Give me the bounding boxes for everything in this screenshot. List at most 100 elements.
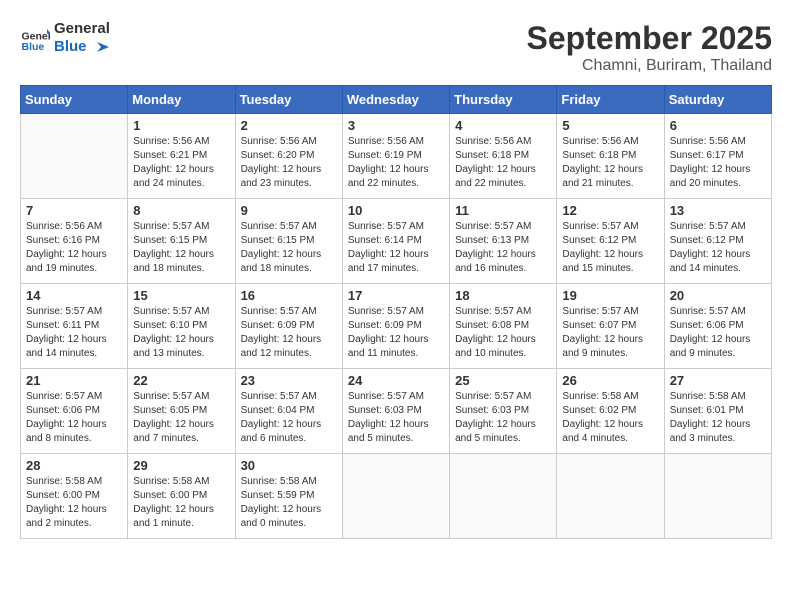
weekday-header-saturday: Saturday (664, 86, 771, 114)
day-cell: 2Sunrise: 5:56 AM Sunset: 6:20 PM Daylig… (235, 114, 342, 199)
day-number: 15 (133, 288, 229, 303)
day-info: Sunrise: 5:57 AM Sunset: 6:03 PM Dayligh… (455, 390, 551, 446)
day-info: Sunrise: 5:57 AM Sunset: 6:05 PM Dayligh… (133, 390, 229, 446)
day-cell (664, 454, 771, 539)
weekday-header-row: SundayMondayTuesdayWednesdayThursdayFrid… (21, 86, 772, 114)
day-cell: 13Sunrise: 5:57 AM Sunset: 6:12 PM Dayli… (664, 199, 771, 284)
day-cell: 14 Sunrise: 5:57 AM Sunset: 6:11 PM Dayli… (21, 284, 128, 369)
day-number: 10 (348, 203, 444, 218)
location-subtitle: Chamni, Buriram, Thailand (527, 57, 772, 75)
day-cell: 25 Sunrise: 5:57 AM Sunset: 6:03 PM Dayli… (450, 369, 557, 454)
day-cell (21, 114, 128, 199)
day-cell: 23Sunrise: 5:57 AM Sunset: 6:04 PM Dayli… (235, 369, 342, 454)
day-info: Sunrise: 5:57 AM Sunset: 6:15 PM Dayligh… (241, 220, 337, 276)
day-number: 8 (133, 203, 229, 218)
day-number: 26 (562, 373, 658, 388)
day-number: 4 (455, 118, 551, 133)
day-info: Sunrise: 5:56 AM Sunset: 6:19 PM Dayligh… (348, 135, 444, 191)
week-row-2: 7 Sunrise: 5:56 AM Sunset: 6:16 PM Daylig… (21, 199, 772, 284)
day-cell: 1Sunrise: 5:56 AM Sunset: 6:21 PM Daylig… (128, 114, 235, 199)
logo-general-text: General (54, 20, 110, 37)
day-number: 27 (670, 373, 766, 388)
blue-arrow-icon (93, 38, 111, 56)
day-number: 29 (133, 458, 229, 473)
logo: General Blue General Blue (20, 20, 111, 56)
day-cell: 22 Sunrise: 5:57 AM Sunset: 6:05 PM Dayli… (128, 369, 235, 454)
day-info: Sunrise: 5:57 AM Sunset: 6:14 PM Dayligh… (348, 220, 444, 276)
day-info: Sunrise: 5:56 AM Sunset: 6:16 PM Dayligh… (26, 220, 122, 276)
day-info: Sunrise: 5:56 AM Sunset: 6:18 PM Dayligh… (455, 135, 551, 191)
day-number: 17 (348, 288, 444, 303)
day-info: Sunrise: 5:56 AM Sunset: 6:21 PM Dayligh… (133, 135, 229, 191)
weekday-header-tuesday: Tuesday (235, 86, 342, 114)
day-info: Sunrise: 5:56 AM Sunset: 6:18 PM Dayligh… (562, 135, 658, 191)
title-block: September 2025 Chamni, Buriram, Thailand (527, 20, 772, 75)
day-cell: 20 Sunrise: 5:57 AM Sunset: 6:06 PM Dayli… (664, 284, 771, 369)
day-info: Sunrise: 5:56 AM Sunset: 6:17 PM Dayligh… (670, 135, 766, 191)
weekday-header-friday: Friday (557, 86, 664, 114)
day-info: Sunrise: 5:57 AM Sunset: 6:08 PM Dayligh… (455, 305, 551, 361)
day-info: Sunrise: 5:58 AM Sunset: 6:01 PM Dayligh… (670, 390, 766, 446)
day-cell: 24Sunrise: 5:57 AM Sunset: 6:03 PM Dayli… (342, 369, 449, 454)
day-info: Sunrise: 5:57 AM Sunset: 6:09 PM Dayligh… (348, 305, 444, 361)
day-info: Sunrise: 5:58 AM Sunset: 6:00 PM Dayligh… (133, 475, 229, 531)
page-header: General Blue General Blue September 2025… (20, 20, 772, 75)
day-number: 18 (455, 288, 551, 303)
day-number: 30 (241, 458, 337, 473)
day-cell: 11Sunrise: 5:57 AM Sunset: 6:13 PM Dayli… (450, 199, 557, 284)
day-cell: 5 Sunrise: 5:56 AM Sunset: 6:18 PM Daylig… (557, 114, 664, 199)
weekday-header-wednesday: Wednesday (342, 86, 449, 114)
day-number: 20 (670, 288, 766, 303)
day-cell: 30 Sunrise: 5:58 AM Sunset: 5:59 PM Dayli… (235, 454, 342, 539)
day-info: Sunrise: 5:57 AM Sunset: 6:09 PM Dayligh… (241, 305, 337, 361)
week-row-3: 14 Sunrise: 5:57 AM Sunset: 6:11 PM Dayli… (21, 284, 772, 369)
day-cell (342, 454, 449, 539)
day-cell: 17 Sunrise: 5:57 AM Sunset: 6:09 PM Dayli… (342, 284, 449, 369)
day-number: 22 (133, 373, 229, 388)
day-number: 9 (241, 203, 337, 218)
day-info: Sunrise: 5:57 AM Sunset: 6:15 PM Dayligh… (133, 220, 229, 276)
day-info: Sunrise: 5:58 AM Sunset: 6:02 PM Dayligh… (562, 390, 658, 446)
day-cell: 16 Sunrise: 5:57 AM Sunset: 6:09 PM Dayli… (235, 284, 342, 369)
day-cell: 15 Sunrise: 5:57 AM Sunset: 6:10 PM Dayli… (128, 284, 235, 369)
day-info: Sunrise: 5:58 AM Sunset: 5:59 PM Dayligh… (241, 475, 337, 531)
day-number: 25 (455, 373, 551, 388)
weekday-header-sunday: Sunday (21, 86, 128, 114)
day-cell (557, 454, 664, 539)
day-number: 24 (348, 373, 444, 388)
day-cell: 29 Sunrise: 5:58 AM Sunset: 6:00 PM Dayli… (128, 454, 235, 539)
day-cell: 26 Sunrise: 5:58 AM Sunset: 6:02 PM Dayli… (557, 369, 664, 454)
day-number: 28 (26, 458, 122, 473)
day-info: Sunrise: 5:57 AM Sunset: 6:07 PM Dayligh… (562, 305, 658, 361)
weekday-header-monday: Monday (128, 86, 235, 114)
logo-icon: General Blue (20, 23, 50, 53)
day-cell: 27 Sunrise: 5:58 AM Sunset: 6:01 PM Dayli… (664, 369, 771, 454)
day-number: 16 (241, 288, 337, 303)
day-cell: 21 Sunrise: 5:57 AM Sunset: 6:06 PM Dayli… (21, 369, 128, 454)
day-info: Sunrise: 5:57 AM Sunset: 6:11 PM Dayligh… (26, 305, 122, 361)
day-info: Sunrise: 5:57 AM Sunset: 6:12 PM Dayligh… (562, 220, 658, 276)
day-cell: 18 Sunrise: 5:57 AM Sunset: 6:08 PM Dayli… (450, 284, 557, 369)
day-info: Sunrise: 5:57 AM Sunset: 6:10 PM Dayligh… (133, 305, 229, 361)
day-info: Sunrise: 5:57 AM Sunset: 6:04 PM Dayligh… (241, 390, 337, 446)
day-number: 7 (26, 203, 122, 218)
day-cell: 7 Sunrise: 5:56 AM Sunset: 6:16 PM Daylig… (21, 199, 128, 284)
day-cell: 4 Sunrise: 5:56 AM Sunset: 6:18 PM Daylig… (450, 114, 557, 199)
weekday-header-thursday: Thursday (450, 86, 557, 114)
calendar-table: SundayMondayTuesdayWednesdayThursdayFrid… (20, 85, 772, 539)
day-cell: 3Sunrise: 5:56 AM Sunset: 6:19 PM Daylig… (342, 114, 449, 199)
day-cell: 8 Sunrise: 5:57 AM Sunset: 6:15 PM Daylig… (128, 199, 235, 284)
day-number: 6 (670, 118, 766, 133)
day-info: Sunrise: 5:57 AM Sunset: 6:06 PM Dayligh… (670, 305, 766, 361)
day-info: Sunrise: 5:57 AM Sunset: 6:06 PM Dayligh… (26, 390, 122, 446)
day-cell: 9 Sunrise: 5:57 AM Sunset: 6:15 PM Daylig… (235, 199, 342, 284)
day-cell: 6 Sunrise: 5:56 AM Sunset: 6:17 PM Daylig… (664, 114, 771, 199)
day-number: 14 (26, 288, 122, 303)
day-number: 19 (562, 288, 658, 303)
week-row-1: 1Sunrise: 5:56 AM Sunset: 6:21 PM Daylig… (21, 114, 772, 199)
day-number: 5 (562, 118, 658, 133)
week-row-4: 21 Sunrise: 5:57 AM Sunset: 6:06 PM Dayli… (21, 369, 772, 454)
day-number: 11 (455, 203, 551, 218)
day-cell (450, 454, 557, 539)
day-number: 21 (26, 373, 122, 388)
